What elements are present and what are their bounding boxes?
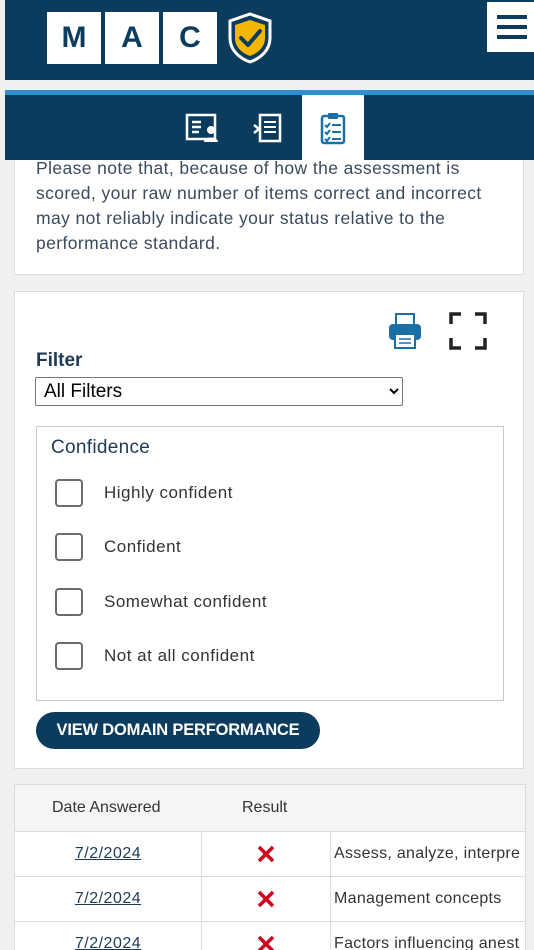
checkbox-confident[interactable] [55, 533, 83, 561]
description-cell: Management concepts [334, 890, 502, 907]
confidence-title: Confidence [51, 437, 151, 458]
checkbox-highly-confident[interactable] [55, 479, 83, 507]
results-table: Date Answered Result 7/2/2024 Assess, an… [14, 784, 526, 950]
document-list-icon [253, 113, 282, 142]
shield-check-icon [227, 12, 273, 69]
result-cell [202, 877, 331, 921]
tab-profile[interactable] [172, 95, 234, 160]
checkbox-label: Not at all confident [104, 646, 255, 665]
table-row: 7/2/2024 Assess, analyze, interpre [15, 832, 525, 877]
checkbox-somewhat-confident[interactable] [55, 588, 83, 616]
confidence-group: Confidence Highly confident Confident So… [36, 426, 504, 701]
filter-card: Filter All Filters Confidence Highly con… [14, 291, 524, 769]
table-row: 7/2/2024 Factors influencing anest [15, 922, 525, 950]
incorrect-x-icon [257, 845, 275, 863]
checkbox-not-at-all-confident[interactable] [55, 642, 83, 670]
filter-label: Filter [36, 350, 83, 371]
date-cell: 7/2/2024 [15, 877, 202, 921]
result-cell [202, 922, 331, 950]
date-cell: 7/2/2024 [15, 922, 202, 950]
hamburger-menu-icon[interactable] [485, 0, 534, 54]
logo-letter-a: A [105, 12, 159, 64]
date-link[interactable]: 7/2/2024 [75, 935, 141, 950]
table-header: Date Answered Result [15, 785, 525, 832]
confidence-option-somewhat[interactable]: Somewhat confident [55, 586, 267, 618]
profile-card-icon [185, 113, 218, 142]
description-cell: Factors influencing anest [334, 935, 520, 950]
view-domain-performance-button[interactable]: VIEW DOMAIN PERFORMANCE [36, 712, 320, 749]
description-cell: Assess, analyze, interpre [334, 845, 521, 862]
app-header: M A C [5, 0, 534, 80]
fullscreen-icon[interactable] [449, 312, 487, 355]
confidence-option-not-at-all[interactable]: Not at all confident [55, 640, 255, 672]
column-header-result[interactable]: Result [242, 799, 287, 817]
confidence-option-highly[interactable]: Highly confident [55, 477, 233, 509]
filter-select[interactable]: All Filters [35, 377, 403, 406]
checkbox-label: Highly confident [104, 483, 233, 502]
result-cell [202, 832, 331, 876]
print-icon[interactable] [387, 312, 423, 355]
checkbox-label: Confident [104, 537, 182, 556]
clipboard-checklist-icon [320, 112, 346, 144]
date-cell: 7/2/2024 [15, 832, 202, 876]
tab-checklist[interactable] [302, 95, 364, 160]
incorrect-x-icon [257, 890, 275, 908]
date-link[interactable]: 7/2/2024 [75, 845, 141, 863]
note-card: Please note that, because of how the ass… [14, 158, 524, 275]
logo-letter-m: M [47, 12, 101, 64]
column-header-date[interactable]: Date Answered [52, 799, 161, 817]
tab-documents[interactable] [237, 95, 299, 160]
checkbox-label: Somewhat confident [104, 592, 268, 611]
confidence-option-confident[interactable]: Confident [55, 531, 181, 563]
logo-letter-c: C [163, 12, 217, 64]
incorrect-x-icon [257, 935, 275, 950]
tab-bar [5, 95, 534, 160]
assessment-note: Please note that, because of how the ass… [36, 158, 482, 253]
table-row: 7/2/2024 Management concepts [15, 877, 525, 922]
date-link[interactable]: 7/2/2024 [75, 890, 141, 908]
